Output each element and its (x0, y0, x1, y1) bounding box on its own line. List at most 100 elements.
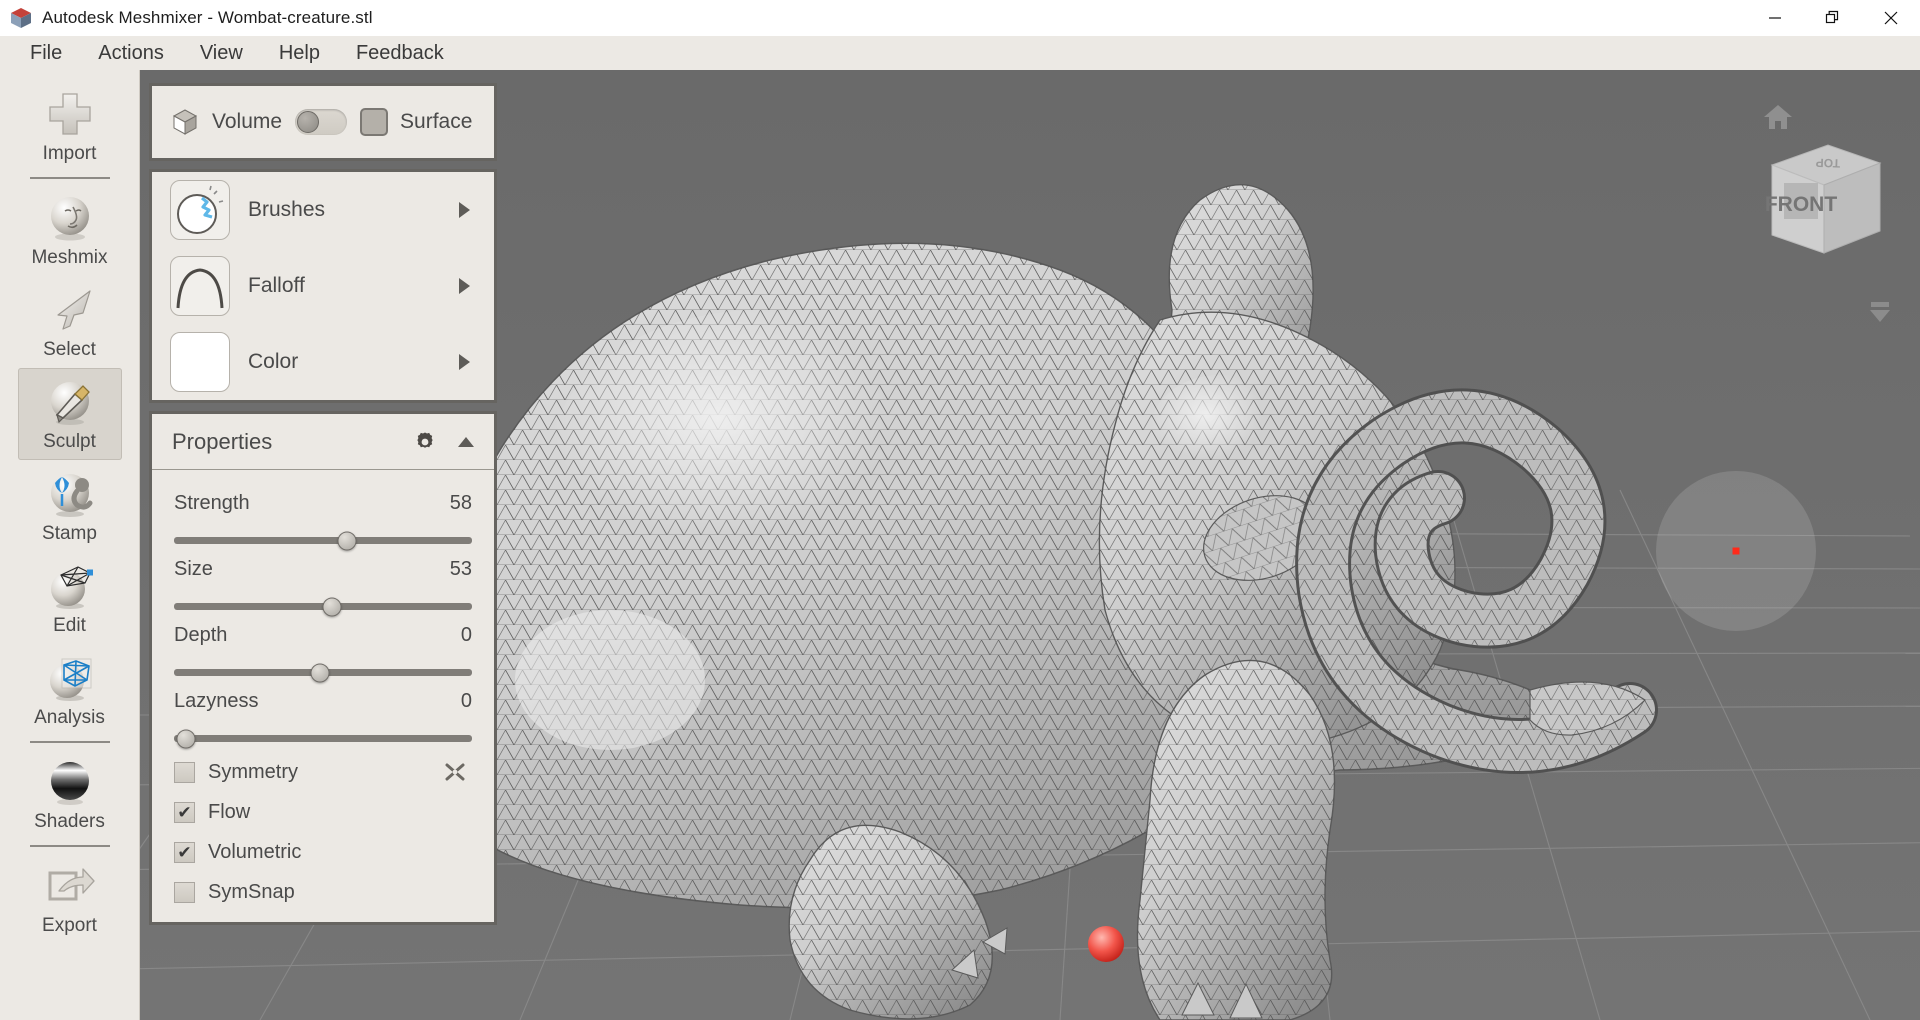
toolbar-item-export[interactable]: Export (18, 852, 122, 944)
toolbar-item-edit[interactable]: Edit (18, 552, 122, 644)
size-value: 53 (450, 558, 472, 581)
depth-slider[interactable] (174, 669, 472, 676)
menu-view[interactable]: View (184, 40, 259, 67)
brush-circle-icon[interactable] (170, 180, 230, 240)
symmetry-tool-icon[interactable] (444, 761, 466, 783)
symmetry-row[interactable]: Symmetry (174, 752, 472, 792)
properties-header: Properties (152, 414, 494, 470)
view-cube[interactable]: FRONT TOP (1758, 135, 1888, 270)
view-cube-front-label: FRONT (1765, 193, 1837, 216)
menu-actions[interactable]: Actions (82, 40, 180, 67)
falloff-label: Falloff (248, 274, 459, 298)
toolbar-item-analysis[interactable]: Analysis (18, 644, 122, 736)
arrow-cursor-icon (43, 283, 97, 337)
toolbar-item-label: Import (43, 143, 97, 165)
close-button[interactable] (1862, 0, 1920, 36)
volume-surface-toggle[interactable] (295, 109, 347, 135)
strength-value: 58 (450, 492, 472, 515)
title-bar: Autodesk Meshmixer - Wombat-creature.stl (0, 0, 1920, 36)
minimize-button[interactable] (1746, 0, 1804, 36)
flow-row[interactable]: ✔ Flow (174, 792, 472, 832)
toolbar-item-label: Export (42, 915, 97, 937)
chrome-sphere-icon (43, 755, 97, 809)
home-icon[interactable] (1763, 103, 1793, 136)
menu-file[interactable]: File (14, 40, 78, 67)
volume-label: Volume (212, 110, 282, 134)
falloff-curve-icon[interactable] (170, 256, 230, 316)
main-body: Import Meshmix (0, 70, 1920, 1020)
chevron-right-icon[interactable] (459, 202, 470, 218)
window-controls (1746, 0, 1920, 36)
color-swatch-icon[interactable] (170, 332, 230, 392)
symmetry-checkbox[interactable] (174, 762, 195, 783)
toolbar-item-select[interactable]: Select (18, 276, 122, 368)
brush-cursor-indicator (1656, 471, 1816, 631)
mode-panel: Volume Surface (149, 83, 497, 161)
volumetric-checkbox[interactable]: ✔ (174, 842, 195, 863)
chevron-up-icon[interactable] (458, 437, 474, 447)
size-label: Size (174, 558, 450, 581)
meshmixer-window: Autodesk Meshmixer - Wombat-creature.stl… (0, 0, 1920, 1020)
pivot-sphere-indicator (1088, 926, 1124, 962)
wireframe-sphere-icon (43, 559, 97, 613)
chevron-down-icon[interactable] (1866, 300, 1894, 331)
symmetry-label: Symmetry (208, 761, 444, 784)
properties-title: Properties (172, 429, 414, 455)
strength-label-row: Strength 58 (174, 492, 472, 515)
surface-label: Surface (400, 110, 472, 134)
toggle-knob (297, 111, 319, 133)
brushes-row[interactable]: Brushes (152, 172, 494, 248)
volumetric-row[interactable]: ✔ Volumetric (174, 832, 472, 872)
toolbar-item-import[interactable]: Import (18, 80, 122, 172)
export-arrow-icon (43, 859, 97, 913)
properties-panel: Properties Strength 58 (149, 411, 497, 925)
toolbar-item-meshmix[interactable]: Meshmix (18, 184, 122, 276)
toolbar-item-label: Analysis (34, 707, 105, 729)
falloff-row[interactable]: Falloff (152, 248, 494, 324)
toolbar-item-label: Meshmix (31, 247, 107, 269)
color-row[interactable]: Color (152, 324, 494, 400)
chevron-right-icon[interactable] (459, 278, 470, 294)
strength-slider-knob[interactable] (337, 531, 356, 550)
toolbar-divider (30, 845, 110, 847)
size-slider-knob[interactable] (322, 597, 341, 616)
menu-help[interactable]: Help (263, 40, 336, 67)
cube-icon (170, 107, 200, 137)
gear-icon[interactable] (414, 431, 436, 453)
brushes-label: Brushes (248, 198, 459, 222)
toolbar-item-label: Select (43, 339, 96, 361)
toolbar-divider (30, 177, 110, 179)
symsnap-checkbox[interactable] (174, 882, 195, 903)
face-sphere-icon (43, 191, 97, 245)
brush-sphere-icon (43, 375, 97, 429)
sculpt-tool-panel: Volume Surface (149, 83, 497, 933)
toolbar-item-stamp[interactable]: Stamp (18, 460, 122, 552)
surface-swatch-icon[interactable] (360, 108, 388, 136)
brush-center-dot (1733, 548, 1740, 555)
depth-value: 0 (461, 624, 472, 647)
chevron-right-icon[interactable] (459, 354, 470, 370)
menu-feedback[interactable]: Feedback (340, 40, 460, 67)
flow-checkbox[interactable]: ✔ (174, 802, 195, 823)
size-label-row: Size 53 (174, 558, 472, 581)
mode-row: Volume Surface (152, 86, 494, 158)
window-title: Autodesk Meshmixer - Wombat-creature.stl (42, 8, 373, 28)
lazyness-label-row: Lazyness 0 (174, 690, 472, 713)
toolbar-item-label: Edit (53, 615, 86, 637)
symsnap-label: SymSnap (208, 881, 472, 904)
size-slider[interactable] (174, 603, 472, 610)
meshmixer-logo-icon (8, 5, 34, 31)
lazyness-slider[interactable] (174, 735, 472, 742)
toolbar-item-label: Stamp (42, 523, 97, 545)
strength-slider[interactable] (174, 537, 472, 544)
toolbar-item-shaders[interactable]: Shaders (18, 748, 122, 840)
depth-slider-knob[interactable] (311, 663, 330, 682)
toolbar-divider (30, 741, 110, 743)
volumetric-check-mark: ✔ (177, 844, 191, 861)
restore-button[interactable] (1804, 0, 1862, 36)
symsnap-row[interactable]: SymSnap (174, 872, 472, 912)
stamp-sphere-icon (43, 467, 97, 521)
toolbar-item-sculpt[interactable]: Sculpt (18, 368, 122, 460)
lazyness-slider-knob[interactable] (176, 729, 195, 748)
plus-icon (43, 87, 97, 141)
